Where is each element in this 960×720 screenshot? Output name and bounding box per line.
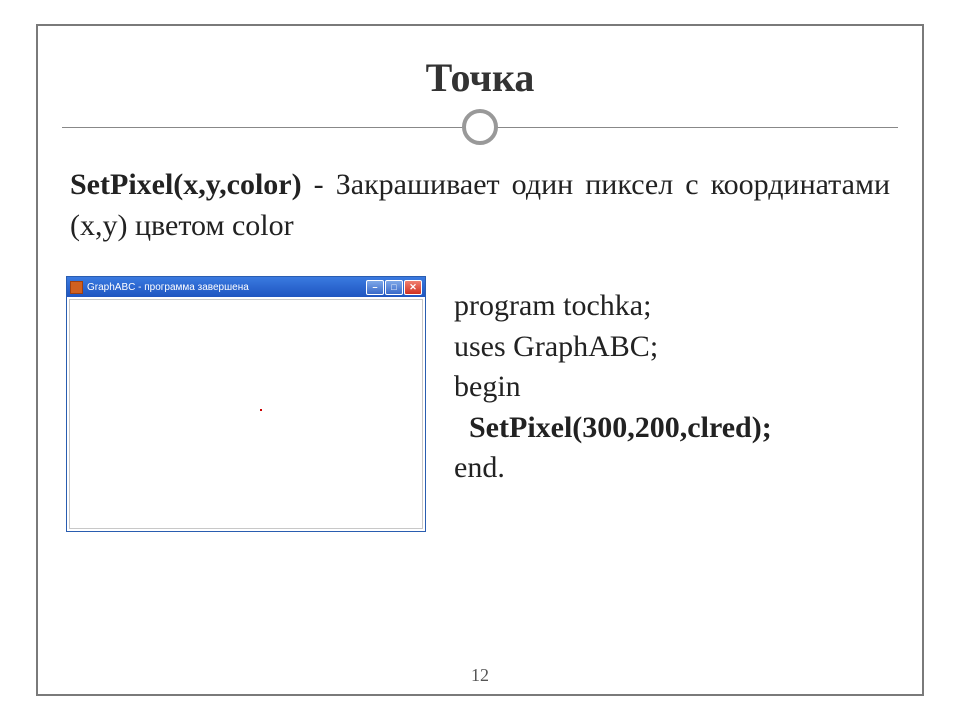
slide-frame: Точка SetPixel(x,y,color) - Закрашивает … — [36, 24, 924, 696]
slide-title: Точка — [62, 54, 898, 101]
separator: - — [302, 168, 336, 201]
title-section: Точка — [62, 54, 898, 145]
content-row: GraphABC - программа завершена – □ ✕ pro… — [62, 276, 898, 532]
app-icon — [70, 281, 83, 294]
code-line: program tochka; — [454, 286, 772, 327]
code-line: begin — [454, 367, 772, 408]
code-block: program tochka; uses GraphABC; begin Set… — [454, 286, 772, 489]
code-line: SetPixel(300,200,clred); — [454, 408, 772, 449]
maximize-button[interactable]: □ — [385, 280, 403, 295]
description-text: SetPixel(x,y,color) - Закрашивает один п… — [70, 165, 890, 246]
window-title: GraphABC - программа завершена — [87, 282, 366, 293]
page-number: 12 — [38, 665, 922, 686]
divider — [62, 109, 898, 145]
code-line: end. — [454, 448, 772, 489]
code-line: uses GraphABC; — [454, 327, 772, 368]
graphics-canvas — [69, 299, 423, 529]
window-titlebar: GraphABC - программа завершена – □ ✕ — [67, 277, 425, 297]
pixel-dot-icon — [260, 409, 262, 411]
window-controls: – □ ✕ — [366, 280, 422, 295]
function-name: SetPixel(x,y,color) — [70, 168, 302, 201]
divider-circle-icon — [462, 109, 498, 145]
app-window: GraphABC - программа завершена – □ ✕ — [66, 276, 426, 532]
close-button[interactable]: ✕ — [404, 280, 422, 295]
minimize-button[interactable]: – — [366, 280, 384, 295]
